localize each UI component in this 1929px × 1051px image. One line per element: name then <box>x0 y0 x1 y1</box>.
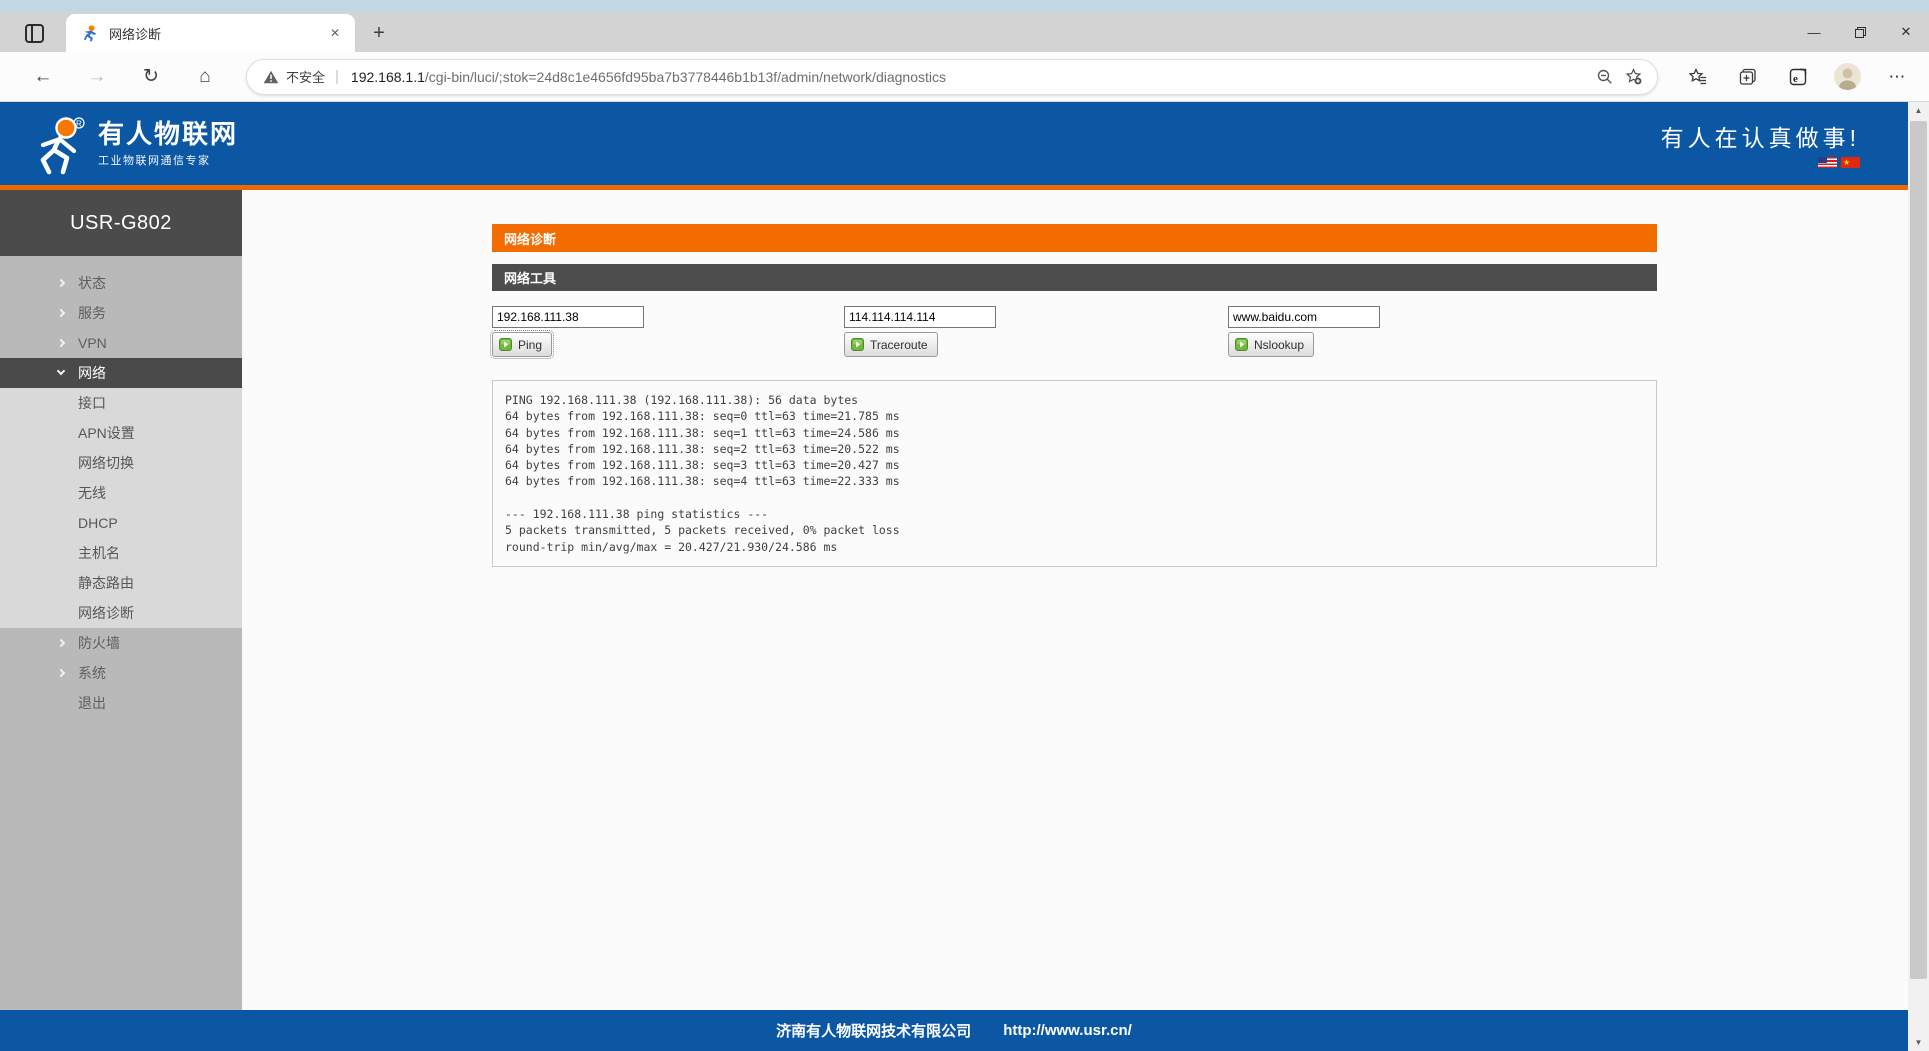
sidebar-item-static-routes[interactable]: 静态路由 <box>0 568 242 598</box>
zoom-out-icon[interactable] <box>1591 63 1619 91</box>
section-title: 网络工具 <box>492 264 1657 291</box>
sidebar-item-network[interactable]: 网络 <box>0 358 242 388</box>
scroll-up-icon[interactable]: ▲ <box>1908 102 1929 119</box>
toolbar-right-icons: e ⋯ <box>1684 63 1911 91</box>
collections-icon[interactable] <box>1734 63 1762 91</box>
chevron-right-icon <box>57 309 65 317</box>
browser-essentials-icon[interactable]: e <box>1784 63 1812 91</box>
language-flags: ★ <box>1818 157 1860 168</box>
sidebar: USR-G802 状态 服务 VPN <box>0 190 242 1010</box>
chevron-right-icon <box>57 279 65 287</box>
active-tab[interactable]: 网络诊断 ✕ <box>66 14 355 52</box>
titlebar: 网络诊断 ✕ + — ✕ <box>0 12 1929 52</box>
refresh-button[interactable]: ↻ <box>136 61 166 93</box>
flag-us-icon[interactable] <box>1818 157 1837 168</box>
tab-close-icon[interactable]: ✕ <box>325 23 345 43</box>
sidebar-item-logout[interactable]: 退出 <box>0 688 242 718</box>
device-name: USR-G802 <box>0 190 242 256</box>
sidebar-item-hostname[interactable]: 主机名 <box>0 538 242 568</box>
scroll-down-icon[interactable]: ▼ <box>1908 1034 1929 1051</box>
window-top-edge <box>0 0 1929 12</box>
ping-button[interactable]: Ping <box>492 332 552 357</box>
settings-more-icon[interactable]: ⋯ <box>1883 63 1911 91</box>
footer-company: 济南有人物联网技术有限公司 <box>776 1020 971 1041</box>
tab-actions-menu-button[interactable] <box>16 18 52 48</box>
network-tools-form: Ping Traceroute <box>492 306 1657 357</box>
address-bar[interactable]: 不安全 | 192.168.1.1/cgi-bin/luci/;stok=24d… <box>246 59 1658 95</box>
sidebar-item-vpn[interactable]: VPN <box>0 328 242 358</box>
tab-title: 网络诊断 <box>109 24 325 43</box>
sidebar-item-interfaces[interactable]: 接口 <box>0 388 242 418</box>
browser-window: 网络诊断 ✕ + — ✕ ← → ↻ ⌂ 不安全 | 192.168.1.1/c… <box>0 0 1929 1051</box>
sidebar-item-diagnostics[interactable]: 网络诊断 <box>0 598 242 628</box>
restore-button[interactable] <box>1837 12 1883 52</box>
close-button[interactable]: ✕ <box>1883 12 1929 52</box>
security-label: 不安全 <box>286 67 325 86</box>
chevron-down-icon <box>57 367 65 375</box>
back-button[interactable]: ← <box>28 61 58 93</box>
window-controls: — ✕ <box>1791 12 1929 52</box>
svg-text:e: e <box>1793 73 1798 85</box>
diagnostics-output-box: PING 192.168.111.38 (192.168.111.38): 56… <box>492 380 1657 567</box>
page-scrollbar[interactable]: ▲ ▼ <box>1908 102 1929 1051</box>
minimize-button[interactable]: — <box>1791 12 1837 52</box>
chevron-right-icon <box>57 669 65 677</box>
run-icon <box>851 338 864 351</box>
not-secure-warning-icon <box>263 70 279 84</box>
home-button[interactable]: ⌂ <box>190 61 220 93</box>
new-tab-button[interactable]: + <box>365 19 393 47</box>
tab-actions-icon <box>25 24 44 43</box>
traceroute-address-input[interactable] <box>844 306 996 328</box>
run-icon <box>1235 338 1248 351</box>
scrollbar-thumb[interactable] <box>1910 121 1927 979</box>
nslookup-address-input[interactable] <box>1228 306 1380 328</box>
sidebar-item-services[interactable]: 服务 <box>0 298 242 328</box>
flag-cn-icon[interactable]: ★ <box>1841 157 1860 168</box>
brand-name: 有人物联网 <box>98 119 238 149</box>
svg-text:R: R <box>76 119 82 128</box>
sidebar-item-system[interactable]: 系统 <box>0 658 242 688</box>
chevron-right-icon <box>57 339 65 347</box>
address-divider: | <box>335 68 339 85</box>
main-content: 网络诊断 网络工具 Ping <box>242 190 1908 1010</box>
usr-favicon <box>82 25 99 42</box>
sidebar-item-status[interactable]: 状态 <box>0 268 242 298</box>
chevron-right-icon <box>57 639 65 647</box>
sidebar-item-network-switch[interactable]: 网络切换 <box>0 448 242 478</box>
url-domain: 192.168.1.1 <box>351 69 425 85</box>
brand-tagline: 工业物联网通信专家 <box>98 152 238 168</box>
footer-url: http://www.usr.cn/ <box>1003 1022 1132 1039</box>
page-title: 网络诊断 <box>492 224 1657 252</box>
profile-avatar[interactable] <box>1834 63 1861 90</box>
page-viewport: R 有人物联网 工业物联网通信专家 有人在认真做事! <box>0 102 1929 1051</box>
traceroute-button[interactable]: Traceroute <box>844 332 938 357</box>
usr-logo-icon: R <box>30 113 88 175</box>
site-header: R 有人物联网 工业物联网通信专家 有人在认真做事! <box>0 102 1908 185</box>
site-footer: 济南有人物联网技术有限公司 http://www.usr.cn/ <box>0 1010 1908 1051</box>
nslookup-button[interactable]: Nslookup <box>1228 332 1314 357</box>
ping-address-input[interactable] <box>492 306 644 328</box>
sidebar-item-apn[interactable]: APN设置 <box>0 418 242 448</box>
ping-output-text: PING 192.168.111.38 (192.168.111.38): 56… <box>505 392 1644 555</box>
forward-button[interactable]: → <box>82 61 112 93</box>
url-path: /cgi-bin/luci/;stok=24d8c1e4656fd95ba7b3… <box>425 69 946 85</box>
sidebar-item-dhcp[interactable]: DHCP <box>0 508 242 538</box>
network-submenu: 接口 APN设置 网络切换 无线 DHCP 主机名 静态路由 网络诊断 <box>0 388 242 628</box>
sidebar-item-wireless[interactable]: 无线 <box>0 478 242 508</box>
url-text: 192.168.1.1/cgi-bin/luci/;stok=24d8c1e46… <box>351 69 1591 85</box>
favorites-icon[interactable] <box>1684 63 1712 91</box>
add-favorite-icon[interactable] <box>1619 63 1647 91</box>
run-icon <box>499 338 512 351</box>
restore-icon <box>1855 27 1866 38</box>
sidebar-item-firewall[interactable]: 防火墙 <box>0 628 242 658</box>
header-slogan: 有人在认真做事! <box>1661 119 1860 153</box>
browser-toolbar: ← → ↻ ⌂ 不安全 | 192.168.1.1/cgi-bin/luci/;… <box>0 52 1929 102</box>
usr-logo: R 有人物联网 工业物联网通信专家 <box>30 113 238 175</box>
